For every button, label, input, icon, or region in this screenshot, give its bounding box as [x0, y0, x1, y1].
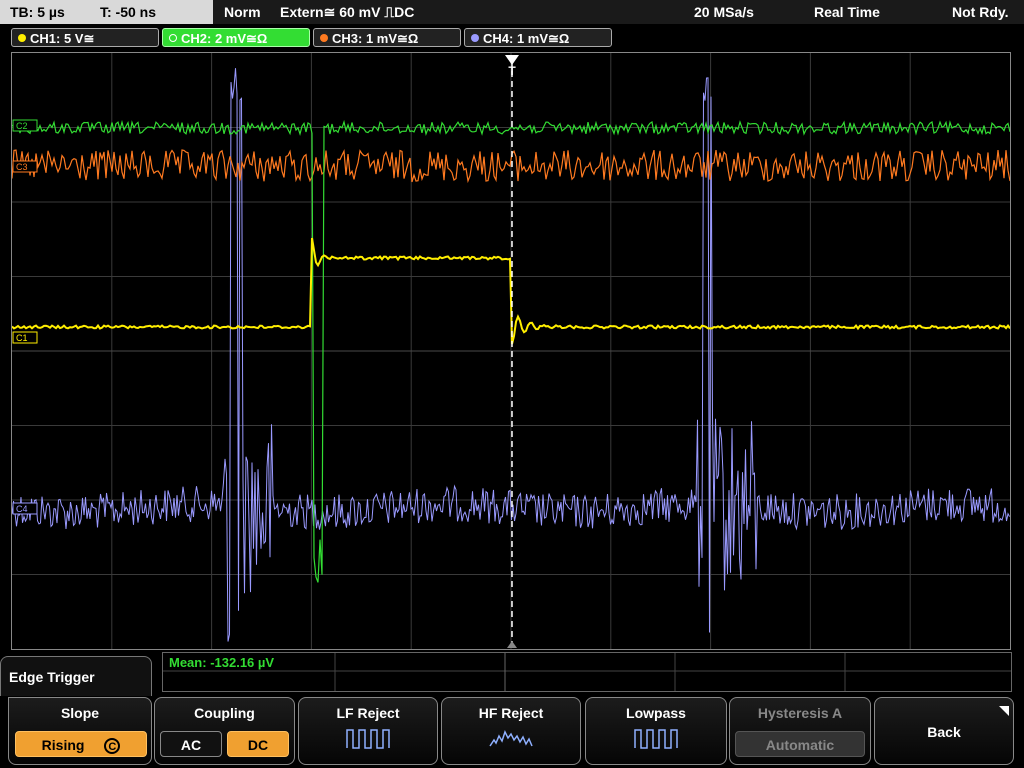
timebase-label: TB: 5 µs — [10, 4, 65, 20]
tab-ch3[interactable]: CH3: 1 mV≅Ω — [313, 28, 461, 47]
menu-title-box: Edge Trigger — [0, 656, 152, 696]
coupling-ac-button[interactable]: AC — [160, 731, 222, 757]
menu-title: Edge Trigger — [9, 669, 95, 685]
ac-dc-ohm-icon: ≅Ω — [548, 31, 570, 46]
hysteresis-value: Automatic — [735, 731, 865, 757]
ch2-label: CH2: 2 mV — [181, 31, 247, 46]
hf-reject-noise-wave-icon — [489, 730, 533, 747]
ch4-label: CH4: 1 mV — [483, 31, 549, 46]
ch3-color-dot-icon — [320, 34, 328, 42]
ch1-ref-label: C1 — [16, 333, 28, 343]
mean-label: Mean: — [169, 655, 207, 670]
coupling-softkey[interactable]: Coupling AC DC — [154, 697, 295, 765]
trigger-mode[interactable]: Norm — [224, 0, 261, 24]
slope-rising-button[interactable]: Rising C — [15, 731, 147, 757]
status-bar: TB: 5 µs T: -50 ns Norm Extern≅ 60 mV ⎍D… — [0, 0, 1024, 24]
ch4-color-dot-icon — [471, 34, 479, 42]
coupling-dc-button[interactable]: DC — [227, 731, 289, 757]
ch1-label: CH1: 5 V — [30, 31, 84, 46]
ac-dc-icon: ≅ — [83, 31, 95, 46]
lowpass-square-wave-icon — [634, 729, 678, 749]
rotary-knob-icon: C — [104, 738, 121, 755]
slope-value: Rising — [41, 737, 85, 753]
trigger-level: 60 mV — [339, 4, 381, 20]
ch3-label: CH3: 1 mV — [332, 31, 398, 46]
trigger-source-label[interactable]: Extern≅ 60 mV ⎍DC — [280, 0, 414, 24]
trigger-offset-label: T: -50 ns — [100, 4, 157, 20]
slope-softkey[interactable]: Slope Rising C — [8, 697, 152, 765]
hysteresis-softkey: Hysteresis A Automatic — [729, 697, 871, 765]
tab-ch4[interactable]: CH4: 1 mV≅Ω — [464, 28, 612, 47]
lf-reject-square-wave-icon — [346, 729, 390, 749]
rising-edge-icon: ⎍ — [384, 4, 395, 20]
lowpass-title: Lowpass — [626, 705, 686, 721]
hysteresis-title: Hysteresis A — [757, 705, 843, 721]
trigger-coupling: DC — [394, 4, 415, 20]
tab-ch2[interactable]: CH2: 2 mV≅Ω — [162, 28, 310, 47]
ch2-ref-label: C2 — [16, 121, 28, 131]
back-softkey[interactable]: Back — [874, 697, 1014, 765]
acquisition-mode: Real Time — [814, 4, 880, 20]
waveform-display[interactable]: T C2 C3 C1 C4 — [11, 52, 1011, 650]
ch4-ref-label: C4 — [16, 504, 28, 514]
mean-value: -132.16 µV — [210, 655, 275, 670]
coupling-title: Coupling — [194, 705, 255, 721]
trigger-source: Extern — [280, 4, 324, 20]
timebase-box[interactable]: TB: 5 µs T: -50 ns — [0, 0, 213, 24]
ac-dc-ohm-icon: ≅Ω — [246, 31, 268, 46]
lf-reject-softkey[interactable]: LF Reject — [298, 697, 438, 765]
tab-ch1[interactable]: CH1: 5 V≅ — [11, 28, 159, 47]
corner-arrow-icon — [999, 706, 1009, 716]
hf-reject-softkey[interactable]: HF Reject — [441, 697, 581, 765]
sample-rate: 20 MSa/s — [694, 4, 754, 20]
measurement-area: Mean: -132.16 µV — [162, 652, 1012, 692]
lf-reject-title: LF Reject — [336, 705, 400, 721]
ac-dc-ohm-icon: ≅Ω — [397, 31, 419, 46]
ch3-ref-label: C3 — [16, 162, 28, 172]
waveform-canvas: T C2 C3 C1 C4 — [12, 53, 1010, 649]
measurement-grid — [163, 653, 1011, 691]
acquisition-state: Not Rdy. — [952, 4, 1009, 20]
trigger-bottom-marker-icon — [507, 641, 517, 648]
trigger-marker-label: T — [508, 64, 516, 78]
ch1-color-dot-icon — [18, 34, 26, 42]
slope-title: Slope — [60, 705, 100, 721]
back-title: Back — [927, 724, 961, 740]
lowpass-softkey[interactable]: Lowpass — [585, 697, 727, 765]
ch2-color-dot-icon — [169, 34, 177, 42]
coupling-ac-dc-icon: ≅ — [323, 4, 336, 20]
graticule — [12, 53, 1010, 649]
hf-reject-title: HF Reject — [478, 705, 544, 721]
mean-measurement: Mean: -132.16 µV — [169, 655, 274, 670]
